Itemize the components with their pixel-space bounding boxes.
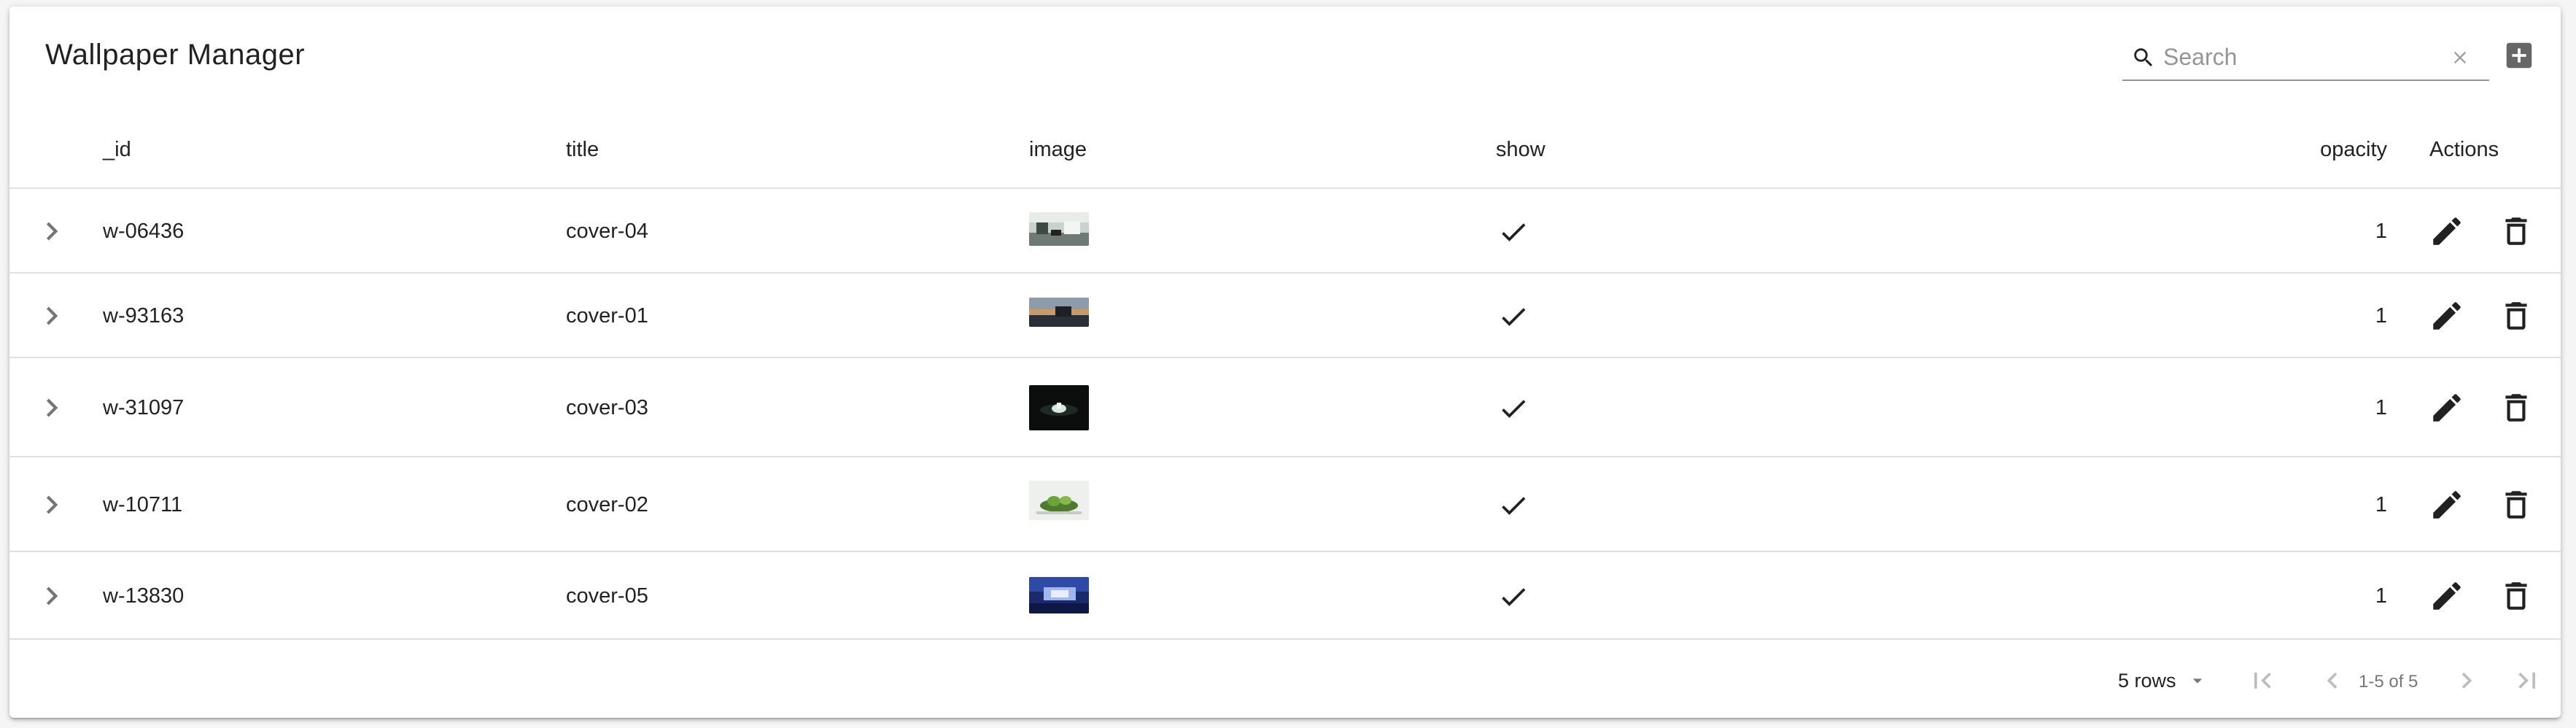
cell-opacity: 1 [2375,584,2387,608]
check-icon [1502,497,1526,515]
cell-id: w-93163 [103,304,185,328]
search-icon [2134,48,2153,67]
trash-icon[interactable] [2498,298,2534,334]
trash-icon[interactable] [2498,213,2534,249]
table-header: _id title image show opacity Actions [9,106,2561,189]
chevron-right-icon[interactable] [34,487,70,523]
cell-opacity: 1 [2375,396,2387,419]
column-header-actions: Actions [2429,138,2499,161]
rows-per-page-select[interactable]: 5 rows [2118,666,2208,695]
wallpaper-thumbnail [1029,212,1089,246]
column-header-image[interactable]: image [1029,138,1087,162]
table-toolbar: Wallpaper Manager [9,7,2561,106]
first-page-icon[interactable] [2246,665,2278,697]
table-row: w-93163 cover-01 1 [9,274,2561,358]
check-icon [1502,588,1526,606]
check-icon [1502,308,1526,326]
table-row: w-10711 cover-02 1 [9,457,2561,552]
search-field [2122,33,2489,81]
chevron-right-icon[interactable] [34,298,70,334]
cell-title: cover-04 [566,220,648,243]
arrow-drop-down-icon [2192,678,2202,684]
column-header-opacity[interactable]: opacity [2300,138,2387,162]
wallpaper-table-card: Wallpaper Manager _id title image show o… [9,7,2561,718]
table-pagination: 5 rows 1-5 of 5 [9,640,2561,718]
rows-per-page-value: 5 rows [2118,669,2176,692]
chevron-right-icon[interactable] [2451,665,2483,697]
page-title: Wallpaper Manager [45,39,306,71]
cell-title: cover-02 [566,493,648,516]
cell-id: w-31097 [103,396,185,419]
pencil-icon[interactable] [2429,213,2465,249]
cell-id: w-13830 [103,584,185,608]
table-row: w-06436 cover-04 1 [9,189,2561,274]
wallpaper-thumbnail [1029,577,1089,613]
trash-icon[interactable] [2498,578,2534,614]
pencil-icon[interactable] [2429,298,2465,334]
pencil-icon[interactable] [2429,578,2465,614]
trash-icon[interactable] [2498,487,2534,523]
chevron-right-icon[interactable] [34,213,70,249]
cell-title: cover-03 [566,396,648,419]
table-row: w-13830 cover-05 1 [9,552,2561,640]
chevron-left-icon[interactable] [2316,665,2348,697]
cell-title: cover-01 [566,304,648,328]
last-page-icon[interactable] [2511,665,2543,697]
close-icon[interactable] [2450,47,2470,68]
table-row: w-31097 cover-03 1 [9,358,2561,457]
chevron-right-icon[interactable] [34,390,70,426]
column-header-id[interactable]: _id [103,138,131,162]
cell-id: w-10711 [103,493,183,516]
pencil-icon[interactable] [2429,487,2465,523]
cell-id: w-06436 [103,220,185,243]
pagination-range: 1-5 of 5 [2359,672,2418,692]
column-header-show[interactable]: show [1496,138,1545,162]
cell-title: cover-05 [566,584,648,608]
check-icon [1502,400,1526,418]
pencil-icon[interactable] [2429,390,2465,426]
search-input[interactable] [2163,42,2440,72]
trash-icon[interactable] [2498,390,2534,426]
cell-opacity: 1 [2375,493,2387,516]
wallpaper-thumbnail [1029,481,1089,520]
add-box-icon[interactable] [2502,39,2536,72]
cell-opacity: 1 [2375,304,2387,328]
wallpaper-thumbnail [1029,385,1089,430]
chevron-right-icon[interactable] [34,578,70,614]
check-icon [1502,223,1526,241]
cell-opacity: 1 [2375,220,2387,243]
wallpaper-thumbnail [1029,298,1089,327]
column-header-title[interactable]: title [566,138,599,162]
